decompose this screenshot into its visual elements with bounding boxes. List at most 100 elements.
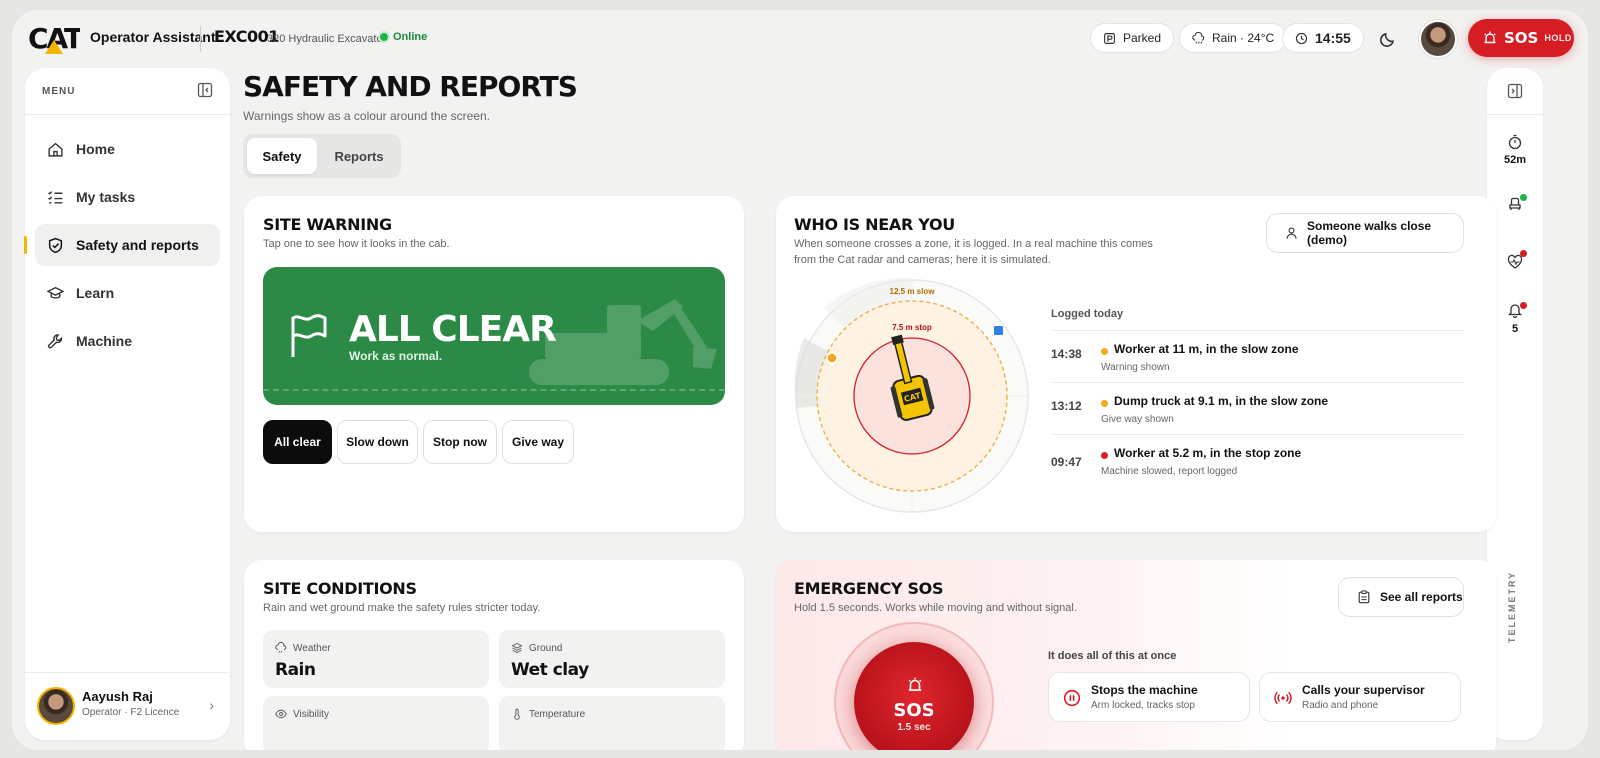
cat-logo: CAT (28, 22, 80, 56)
site-warning-subtitle: Tap one to see how it looks in the cab. (263, 238, 450, 250)
site-conditions-subtitle: Rain and wet ground make the safety rule… (263, 602, 541, 614)
sidebar-user-card[interactable]: Aayush Raj Operator · F2 Licence › (25, 672, 230, 740)
user-avatar[interactable] (1419, 20, 1457, 58)
log-note: Warning shown (1101, 362, 1170, 373)
clock-time: 14:55 (1315, 30, 1351, 46)
cloud-rain-icon (1192, 31, 1205, 44)
log-note: Give way shown (1101, 414, 1174, 425)
weather-pill[interactable]: Rain · 24°C (1179, 23, 1288, 53)
sidebar-item-label: Safety and reports (76, 237, 199, 253)
sidebar-item-my-tasks[interactable]: My tasks (35, 176, 220, 218)
simulate-walk-close-button[interactable]: Someone walks close (demo) (1266, 213, 1464, 253)
condition-tile-temperature: Temperature (499, 696, 725, 750)
rail-divider (1487, 114, 1543, 115)
log-severity-dot (1101, 348, 1108, 355)
stop-zone-label: 7.5 m stop (892, 323, 932, 332)
page-tabs: Safety Reports (243, 134, 401, 178)
sos-hold-button[interactable]: SOS HOLD (1468, 19, 1574, 57)
alarm-light-icon (1484, 31, 1496, 44)
emergency-sos-card: EMERGENCY SOS Hold 1.5 seconds. Works wh… (776, 560, 1496, 750)
flag-icon (291, 314, 327, 357)
warning-option-give-way[interactable]: Give way (502, 420, 574, 464)
parked-status-pill[interactable]: Parked (1090, 23, 1175, 53)
who-is-near-card: WHO IS NEAR YOU When someone crosses a z… (776, 196, 1496, 532)
seat-status-dot (1520, 194, 1527, 201)
sos-hold-big-button[interactable]: SOS 1.5 sec (834, 622, 994, 750)
user-role: Operator · F2 Licence (82, 707, 180, 718)
log-severity-dot (1101, 452, 1108, 459)
site-warning-card: SITE WARNING Tap one to see how it looks… (244, 196, 744, 532)
shield-icon (48, 237, 63, 253)
chevron-right-icon: › (209, 697, 214, 713)
parked-label: Parked (1123, 31, 1162, 45)
sos-hold-duration: 1.5 sec (897, 722, 931, 733)
warning-option-all-clear[interactable]: All clear (263, 420, 332, 464)
sidebar-item-label: Machine (76, 333, 133, 349)
condition-label: Weather (275, 642, 331, 654)
sos-button-core[interactable]: SOS 1.5 sec (854, 642, 974, 750)
proximity-log-row: 09:47 Worker at 5.2 m, in the stop zone … (1051, 434, 1465, 486)
demo-button-label: Someone walks close (demo) (1307, 219, 1432, 247)
log-event: Dump truck at 9.1 m, in the slow zone (1114, 394, 1329, 408)
warning-banner-subtitle: Work as normal. (349, 349, 443, 363)
condition-tile-ground: Ground Wet clay (499, 630, 725, 688)
header-divider (200, 26, 201, 52)
sos-button-label: SOS (893, 700, 935, 721)
tab-reports[interactable]: Reports (321, 138, 397, 174)
banner-ground-line (263, 389, 725, 391)
excavator-silhouette-icon (529, 299, 717, 385)
page-title: SAFETY AND REPORTS (243, 70, 578, 103)
who-is-near-subtitle-line1: When someone crosses a zone, it is logge… (794, 238, 1153, 250)
wrench-icon (47, 333, 63, 348)
log-note: Machine slowed, report logged (1101, 466, 1238, 477)
online-dot (380, 33, 388, 41)
sos-hint: HOLD (1544, 33, 1572, 43)
parking-icon (1104, 32, 1115, 44)
condition-value: Wet clay (511, 660, 589, 680)
sidebar-item-home[interactable]: Home (35, 128, 220, 170)
avatar (37, 687, 75, 725)
layers-icon (511, 642, 523, 654)
sidebar-item-machine[interactable]: Machine (35, 320, 220, 362)
moon-icon (1380, 32, 1395, 47)
sos-action-subtitle: Arm locked, tracks stop (1091, 700, 1195, 711)
user-name: Aayush Raj (82, 689, 153, 704)
tab-safety[interactable]: Safety (247, 138, 317, 174)
sidebar-item-safety-and-reports[interactable]: Safety and reports (24, 224, 220, 266)
warning-option-stop-now[interactable]: Stop now (423, 420, 497, 464)
person-icon (1286, 227, 1297, 239)
warning-option-slow-down[interactable]: Slow down (337, 420, 418, 464)
menu-label: MENU (42, 86, 76, 97)
app-frame: CAT Operator Assistant EXC001 320 Hydrau… (12, 10, 1588, 750)
sidebar-nav: Home My tasks Safety and reports Learn M… (24, 128, 220, 368)
tasks-icon (48, 190, 63, 204)
rail-expand-icon[interactable] (1507, 83, 1523, 99)
log-title: Logged today (1051, 308, 1124, 320)
cloud-rain-icon (275, 642, 287, 653)
reports-button-label: See all reports (1380, 590, 1463, 604)
who-is-near-title: WHO IS NEAR YOU (794, 215, 955, 234)
log-severity-dot (1101, 400, 1108, 407)
sidebar-item-learn[interactable]: Learn (35, 272, 220, 314)
sidebar-collapse-icon[interactable] (197, 82, 213, 98)
warning-preview-banner: ALL CLEAR Work as normal. (263, 267, 725, 405)
app-name: Operator Assistant (90, 29, 216, 45)
dark-mode-toggle[interactable] (1372, 23, 1404, 55)
condition-value: Rain (275, 660, 316, 680)
see-all-reports-button[interactable]: See all reports (1338, 577, 1464, 617)
clock-icon (1295, 32, 1308, 44)
stopwatch-icon[interactable] (1507, 134, 1523, 150)
who-is-near-subtitle-line2: from the Cat radar and cameras; here it … (794, 254, 1051, 266)
proximity-log-row: 13:12 Dump truck at 9.1 m, in the slow z… (1051, 382, 1465, 434)
heart-alert-dot (1520, 250, 1527, 257)
condition-tile-weather: Weather Rain (263, 630, 489, 688)
timer-value: 52m (1503, 154, 1527, 166)
sidebar: MENU Home My tasks Safety and reports Le… (24, 68, 230, 740)
pause-circle-icon (1063, 689, 1081, 707)
sidebar-divider (25, 114, 230, 115)
condition-tile-visibility: Visibility (263, 696, 489, 750)
sos-action-subtitle: Radio and phone (1302, 700, 1379, 711)
slow-zone-label: 12.5 m slow (890, 287, 936, 296)
graduation-cap-icon (47, 286, 64, 299)
alarm-light-icon (908, 677, 922, 691)
